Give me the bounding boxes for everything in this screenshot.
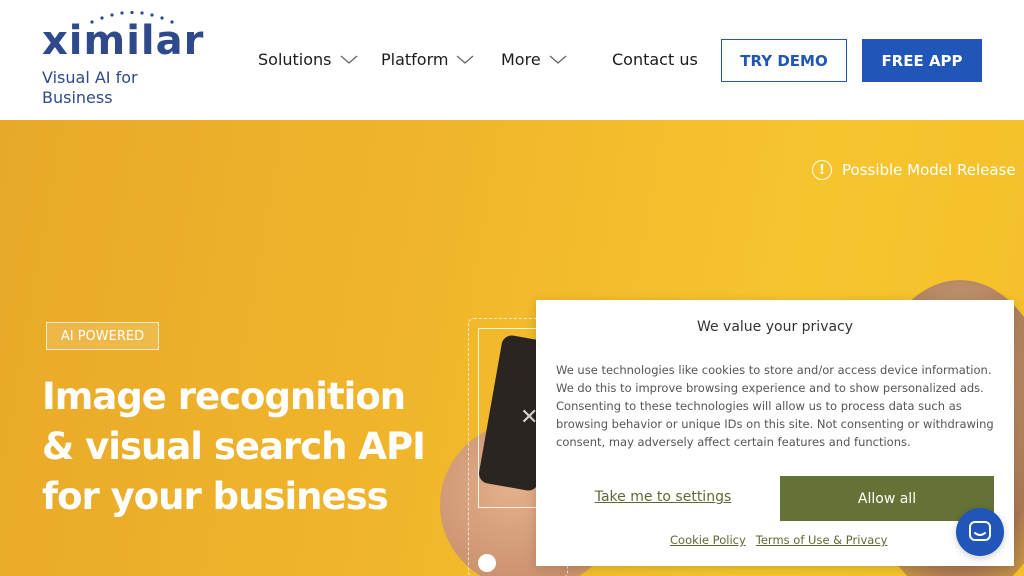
cookie-title: We value your privacy xyxy=(696,319,854,335)
try-demo-button[interactable]: TRY DEMO xyxy=(721,39,847,82)
nav-more[interactable]: More xyxy=(501,50,567,69)
warning-text: Possible Model Release xyxy=(842,161,1016,179)
cookie-policy-link[interactable]: Cookie Policy xyxy=(670,533,746,547)
nav-more-label: More xyxy=(501,50,541,69)
site-header: ximilar Visual AI for Business Solutions… xyxy=(0,0,1024,120)
headline-line-1: Image recognition xyxy=(42,375,406,418)
logo[interactable]: ximilar xyxy=(42,10,222,64)
chevron-down-icon xyxy=(340,55,357,64)
logo-wordmark: ximilar xyxy=(42,18,205,64)
alert-circle-icon: ! xyxy=(812,160,832,180)
chevron-down-icon xyxy=(549,55,567,64)
nav-solutions[interactable]: Solutions xyxy=(258,50,358,69)
cookie-settings-button[interactable]: Take me to settings xyxy=(576,489,750,509)
chat-bubble-icon xyxy=(969,521,991,541)
headline-line-3: for your business xyxy=(42,475,389,518)
nav-contact-us[interactable]: Contact us xyxy=(612,50,698,69)
cookie-links: Cookie Policy Terms of Use & Privacy xyxy=(670,533,887,547)
nav-platform[interactable]: Platform xyxy=(381,50,474,69)
chevron-down-icon xyxy=(457,55,474,64)
cookie-body: We use technologies like cookies to stor… xyxy=(556,363,994,449)
headline-line-2: & visual search API xyxy=(42,425,426,468)
terms-privacy-link[interactable]: Terms of Use & Privacy xyxy=(756,533,888,547)
free-app-button[interactable]: FREE APP xyxy=(862,39,982,82)
brand-tagline: Visual AI for Business xyxy=(42,68,138,107)
slider-dot[interactable] xyxy=(478,554,496,572)
nav-contact-label: Contact us xyxy=(612,50,698,69)
chat-launcher-button[interactable] xyxy=(956,508,1004,556)
nav-solutions-label: Solutions xyxy=(258,50,332,69)
model-release-warning: ! Possible Model Release xyxy=(812,160,1016,180)
ai-powered-badge: AI POWERED xyxy=(46,322,159,350)
cookie-consent-dialog: We value your privacy We use technologie… xyxy=(536,300,1014,566)
hero-headline: Image recognition & visual search API fo… xyxy=(42,372,426,522)
nav-platform-label: Platform xyxy=(381,50,449,69)
